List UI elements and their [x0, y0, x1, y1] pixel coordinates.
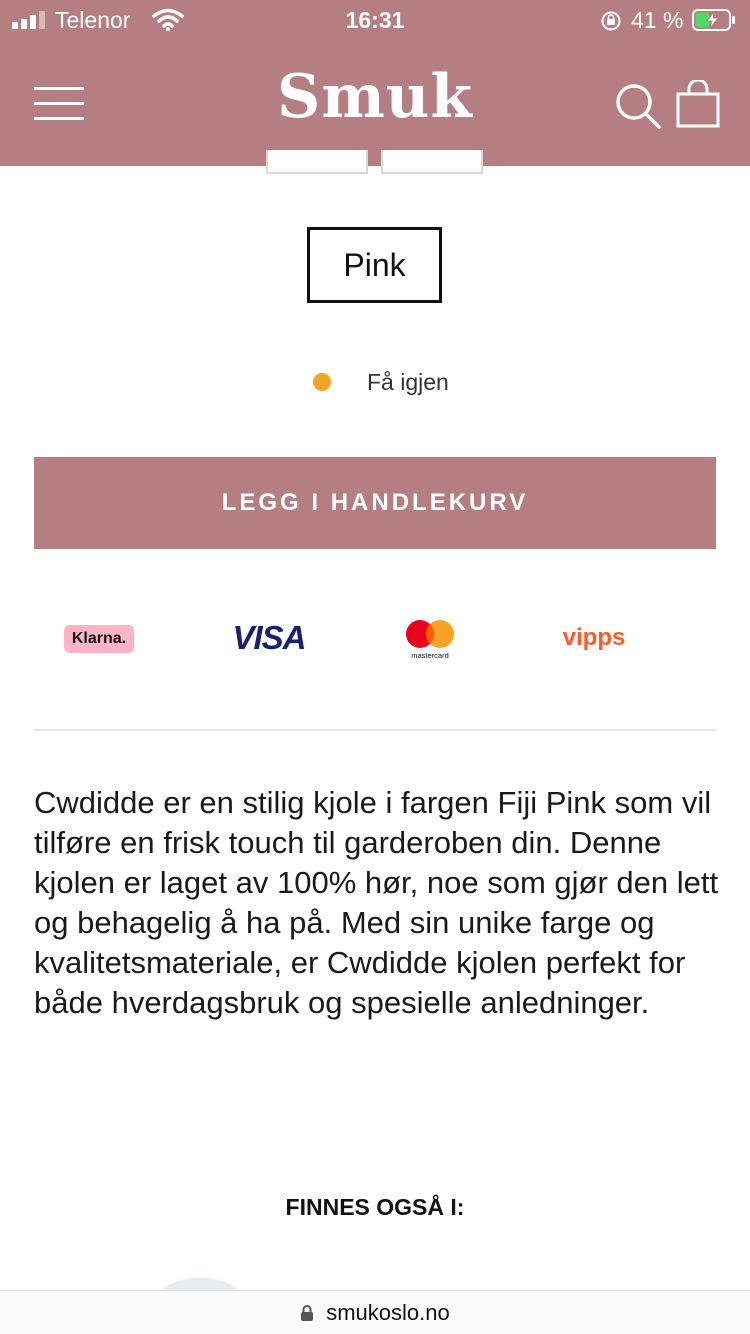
also-available-heading: FINNES OGSÅ I: — [285, 1194, 465, 1220]
orientation-lock-icon — [601, 11, 621, 31]
add-to-cart-button[interactable]: LEGG I HANDLEKURV — [34, 457, 716, 549]
product-description: Cwdidde er en stilig kjole i fargen Fiji… — [34, 785, 719, 1020]
shopping-bag-icon[interactable] — [676, 80, 720, 128]
klarna-logo: Klarna. — [64, 625, 134, 653]
stock-indicator-dot — [313, 373, 331, 391]
url-text[interactable]: smukoslo.no — [326, 1300, 450, 1326]
battery-charging-icon — [692, 9, 735, 31]
site-header: Smuk — [0, 40, 750, 166]
battery-percentage: 41 % — [631, 7, 684, 33]
size-option[interactable] — [381, 150, 483, 174]
lock-icon — [301, 1304, 314, 1321]
vipps-logo: vipps — [562, 624, 626, 651]
visa-logo: VISA — [232, 619, 306, 656]
section-divider — [34, 729, 716, 731]
status-bar: Telenor 16:31 41 % — [0, 0, 750, 40]
size-option[interactable] — [266, 150, 368, 174]
mastercard-wordmark: mastercard — [411, 651, 449, 660]
mastercard-logo: mastercard — [402, 616, 458, 662]
color-option-selected[interactable]: Pink — [307, 227, 442, 303]
search-icon[interactable] — [614, 82, 662, 130]
stock-status-text: Få igjen — [367, 369, 449, 395]
browser-url-bar[interactable]: smukoslo.no — [0, 1290, 750, 1334]
